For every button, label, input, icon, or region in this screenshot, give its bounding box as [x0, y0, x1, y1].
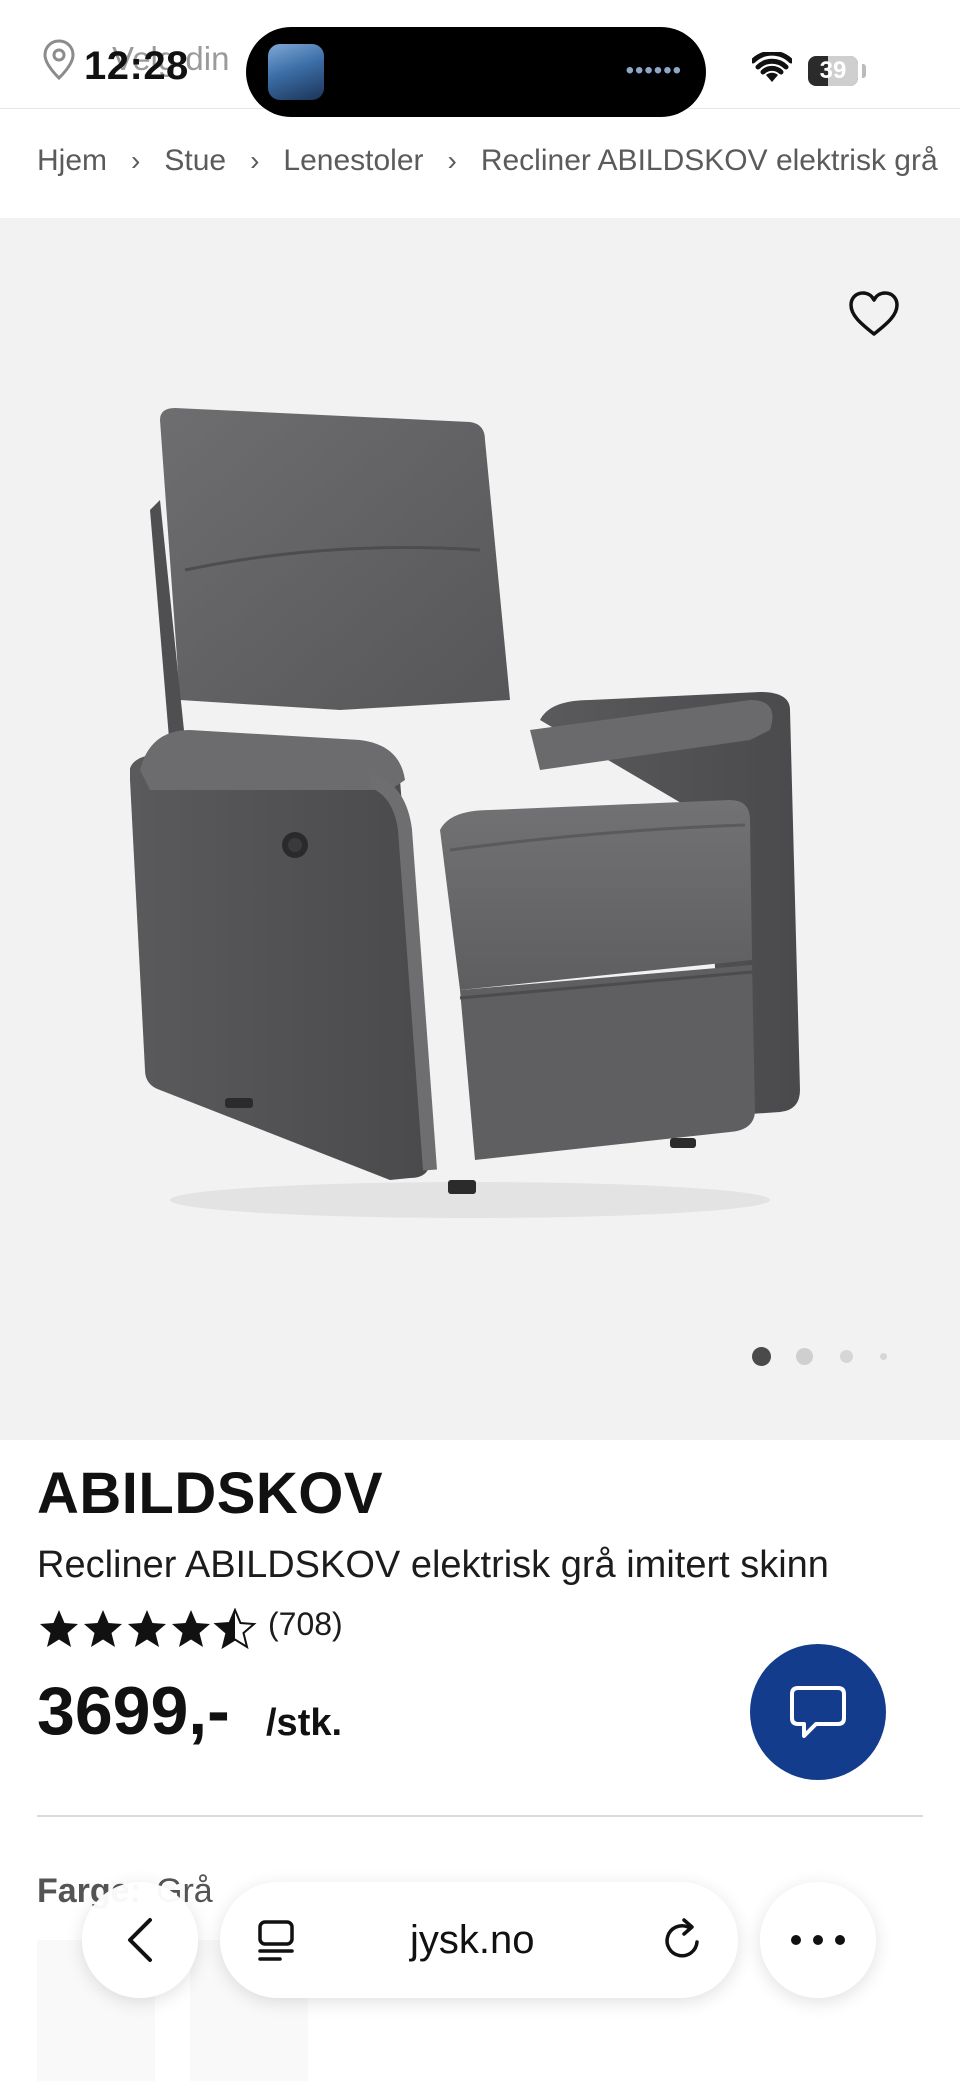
url-text[interactable]: jysk.no — [410, 1918, 535, 1963]
product-image[interactable] — [130, 400, 830, 1220]
chevron-right-icon: › — [447, 145, 457, 176]
gallery-pagination[interactable] — [0, 1346, 960, 1366]
chat-button[interactable] — [750, 1644, 886, 1780]
audio-visualizer: •••••• — [625, 57, 682, 84]
tabs-icon[interactable] — [254, 1918, 298, 1964]
browser-back-button[interactable] — [82, 1882, 198, 1998]
price-unit: /stk. — [266, 1702, 343, 1744]
star-full-icon — [172, 1610, 210, 1647]
chevron-left-icon — [128, 1918, 152, 1962]
product-title: Recliner ABILDSKOV elektrisk grå imitert… — [37, 1544, 829, 1586]
chat-bubble-icon — [790, 1686, 846, 1738]
product-price: 3699,- — [37, 1673, 230, 1749]
pagination-dot[interactable] — [796, 1348, 813, 1365]
breadcrumb-home[interactable]: Hjem — [37, 144, 107, 178]
breadcrumb: Hjem › Stue › Lenestoler › Recliner ABIL… — [37, 144, 938, 178]
location-pin-icon[interactable] — [42, 38, 76, 82]
breadcrumb-lenestoler[interactable]: Lenestoler — [283, 144, 423, 178]
product-brand: ABILDSKOV — [37, 1461, 384, 1526]
chevron-right-icon: › — [131, 145, 141, 176]
star-half-icon — [213, 1608, 257, 1650]
star-full-icon — [84, 1610, 122, 1647]
battery-level: 39 — [819, 57, 847, 84]
wifi-icon — [752, 52, 792, 82]
rating-stars[interactable] — [37, 1608, 257, 1650]
dynamic-island[interactable]: •••••• — [246, 27, 706, 117]
breadcrumb-stue[interactable]: Stue — [164, 144, 226, 178]
chevron-right-icon: › — [250, 145, 260, 176]
battery-icon: 39 — [808, 56, 858, 86]
more-options-button[interactable] — [760, 1882, 876, 1998]
star-full-icon — [40, 1610, 78, 1647]
star-full-icon — [128, 1610, 166, 1647]
clock: 12:28 — [84, 44, 189, 88]
heart-icon[interactable] — [848, 290, 900, 338]
battery-tip — [862, 64, 866, 78]
reload-icon[interactable] — [660, 1916, 706, 1964]
pagination-dot[interactable] — [880, 1353, 887, 1360]
section-divider — [37, 1815, 923, 1817]
breadcrumb-current: Recliner ABILDSKOV elektrisk grå — [480, 144, 938, 177]
more-dots-icon — [791, 1935, 845, 1945]
address-bar[interactable]: jysk.no — [220, 1882, 738, 1998]
status-bar: Velg din 12:28 •••••• 39 — [0, 0, 960, 117]
now-playing-artwork[interactable] — [268, 44, 324, 100]
review-count[interactable]: (708) — [268, 1606, 343, 1643]
pagination-dot[interactable] — [840, 1350, 853, 1363]
pagination-dot-active[interactable] — [752, 1347, 771, 1366]
